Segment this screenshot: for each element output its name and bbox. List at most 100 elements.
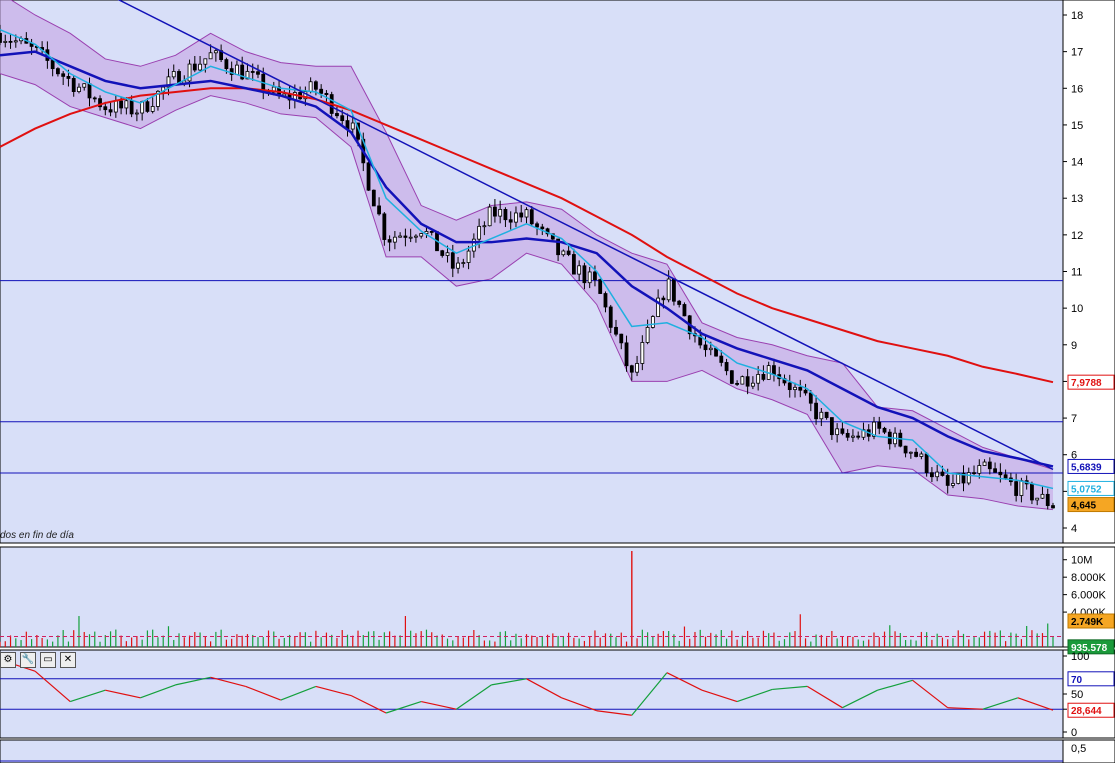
candle-body [772,365,776,376]
candle-body [824,411,829,418]
wrench-icon[interactable]: 🔧 [20,652,36,668]
candle-body [614,326,618,335]
candle-body [1051,505,1055,509]
candle-body [787,382,792,391]
candle-body [682,304,687,317]
candle-body [192,63,197,71]
candle-body [829,417,834,436]
indicator-toolbar: ⚙ 🔧 ▭ ✕ [0,652,76,668]
candle-body [1019,480,1024,496]
candle-body [87,83,92,99]
candle-body [750,382,755,387]
price-badge: 5,0752 [1071,484,1102,495]
candle-body [1014,481,1019,496]
candle-body [308,81,313,93]
candle-body [150,106,155,112]
window-icon[interactable]: ▭ [40,652,56,668]
close-icon[interactable]: ✕ [60,652,76,668]
rsi-level-badge: 70 [1071,675,1083,686]
candle-body [456,262,460,269]
candle-body [82,83,87,88]
candle-body [808,392,813,404]
candle-body [629,365,634,373]
candle-body [256,71,260,75]
settings-icon[interactable]: ⚙ [0,652,16,668]
candle-body [524,209,529,218]
candle-body [677,300,682,305]
candle-body [672,278,676,302]
candle-body [319,88,324,94]
rsi-tick-label: 0 [1071,727,1077,739]
candle-body [661,297,666,301]
candle-body [56,68,60,75]
candle-body [198,63,202,71]
candle-body [377,205,381,215]
candle-body [898,432,903,447]
chart-stage: 1817161514131211109876547,97885,68395,07… [0,0,1115,764]
candle-body [382,213,387,240]
candle-body [1003,474,1008,479]
candle-body [519,212,524,218]
candle-body [171,71,176,78]
candle-body [414,235,418,238]
rsi-panel [0,649,1064,739]
candle-body [708,347,713,351]
candle-body [477,225,482,240]
price-tick-label: 9 [1071,340,1077,352]
candle-body [877,421,882,429]
candle-body [529,209,534,225]
candle-body [593,271,597,281]
candle-body [1030,483,1034,501]
volume-badge: 2.749K [1071,617,1104,628]
candle-body [535,223,539,228]
candle-body [993,468,997,473]
candle-body [134,112,139,115]
candle-body [498,209,503,217]
candle-body [619,333,624,344]
candle-body [129,100,134,115]
candle-body [582,265,587,284]
volume-tick-label: 8.000K [1071,572,1107,584]
candle-body [66,75,71,79]
candle-body [756,374,761,384]
candle-body [940,471,945,476]
price-tick-label: 15 [1071,120,1083,132]
candle-body [982,461,987,466]
price-tick-label: 18 [1071,10,1083,22]
price-tick-label: 14 [1071,157,1083,169]
candle-body [650,316,655,328]
candle-body [3,40,8,43]
candle-body [213,50,218,54]
candle-body [514,212,518,223]
volume-tick-label: 10M [1071,555,1092,567]
candle-body [735,383,739,385]
candle-body [840,428,845,434]
candle-body [71,78,76,93]
candle-body [919,453,924,457]
candle-body [440,250,445,256]
candle-body [719,355,724,363]
candle-body [13,40,18,43]
price-badge: 4,645 [1071,501,1096,512]
candle-body [335,113,339,117]
candle-body [645,327,650,343]
candle-body [92,97,97,100]
candle-body [503,209,508,221]
candle-body [951,483,955,486]
candle-body [350,122,355,130]
candle-body [740,376,745,385]
candle-body [703,344,708,351]
candle-body [977,465,982,474]
candle-body [324,92,329,95]
price-badge: 5,6839 [1071,462,1102,473]
price-tick-label: 10 [1071,303,1083,315]
candle-body [845,432,850,438]
candle-body [608,306,613,328]
candle-body [1045,493,1050,506]
candle-body [235,64,239,75]
price-tick-label: 16 [1071,83,1083,95]
candle-body [224,59,229,70]
price-tick-label: 17 [1071,47,1083,59]
candle-body [482,225,487,228]
candle-body [561,250,566,256]
